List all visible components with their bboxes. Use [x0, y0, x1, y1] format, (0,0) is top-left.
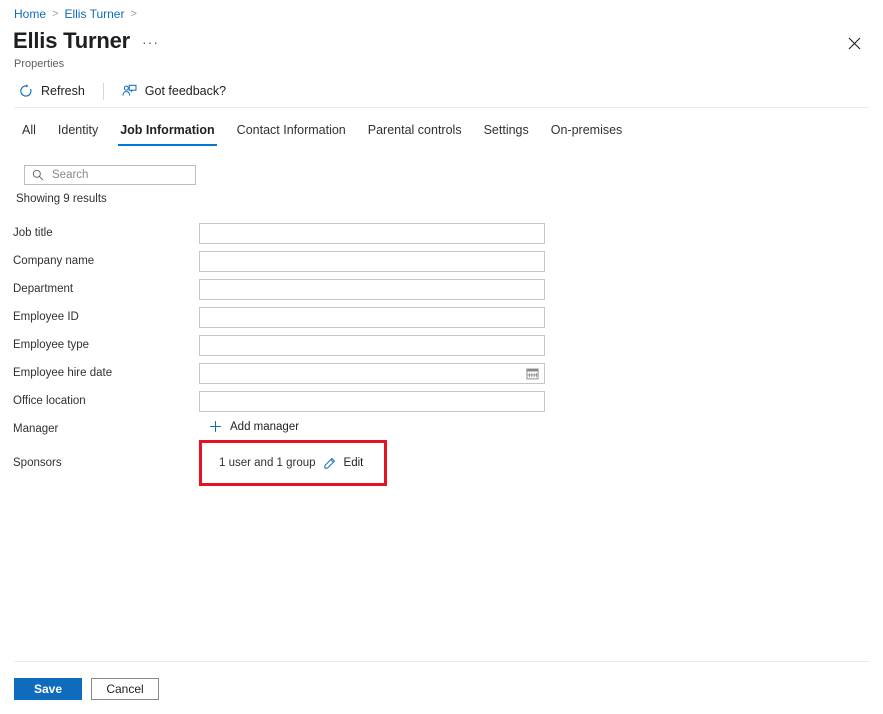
- employee-type-input[interactable]: [199, 334, 545, 356]
- save-button[interactable]: Save: [14, 678, 82, 700]
- footer-divider: [14, 661, 869, 662]
- got-feedback-button[interactable]: Got feedback?: [116, 81, 232, 101]
- employee-hire-date-field: [199, 362, 545, 384]
- search-box[interactable]: [24, 165, 196, 185]
- tab-all[interactable]: All: [11, 121, 47, 140]
- close-icon: [848, 37, 860, 49]
- properties-form: Job title Company name Department Employ…: [0, 219, 883, 486]
- calendar-icon[interactable]: [525, 366, 539, 380]
- form-row-office-location: Office location: [0, 387, 883, 415]
- form-row-manager: Manager Add manager: [0, 415, 883, 443]
- plus-icon: [208, 420, 222, 434]
- breadcrumb-item-ellis-turner[interactable]: Ellis Turner: [64, 6, 124, 22]
- close-button[interactable]: [841, 30, 867, 56]
- refresh-label: Refresh: [41, 84, 85, 98]
- form-row-sponsors: Sponsors 1 user and 1 group Edit: [0, 440, 883, 486]
- add-manager-button[interactable]: Add manager: [199, 420, 299, 434]
- form-row-company-name: Company name: [0, 247, 883, 275]
- search-input[interactable]: [52, 169, 189, 181]
- department-input[interactable]: [199, 278, 545, 300]
- label-employee-hire-date: Employee hire date: [13, 367, 113, 379]
- page-title: Ellis Turner: [13, 28, 130, 53]
- employee-hire-date-input[interactable]: [199, 362, 545, 384]
- cancel-button[interactable]: Cancel: [91, 678, 159, 700]
- tab-on-premises[interactable]: On-premises: [540, 121, 634, 140]
- page-subtitle: Properties: [14, 58, 65, 70]
- footer-actions: Save Cancel: [14, 678, 159, 700]
- results-count: Showing 9 results: [16, 193, 107, 205]
- sponsors-edit-button[interactable]: Edit: [344, 457, 364, 469]
- form-row-employee-id: Employee ID: [0, 303, 883, 331]
- form-row-employee-type: Employee type: [0, 331, 883, 359]
- breadcrumb-separator-icon-2: >: [130, 8, 137, 20]
- feedback-person-icon: [122, 83, 138, 99]
- label-company-name: Company name: [13, 255, 95, 267]
- refresh-icon: [18, 83, 34, 99]
- add-manager-label: Add manager: [230, 420, 300, 433]
- label-office-location: Office location: [13, 395, 86, 407]
- tab-settings[interactable]: Settings: [473, 121, 540, 140]
- form-row-employee-hire-date: Employee hire date: [0, 359, 883, 387]
- employee-id-input[interactable]: [199, 306, 545, 328]
- label-manager: Manager: [13, 423, 59, 435]
- tab-list: All Identity Job Information Contact Inf…: [11, 121, 633, 149]
- tab-contact-information[interactable]: Contact Information: [226, 121, 357, 140]
- command-bar: Refresh Got feedback?: [12, 79, 232, 103]
- form-row-job-title: Job title: [0, 219, 883, 247]
- page-header: Ellis Turner ···: [13, 28, 159, 54]
- sponsors-highlight-box: 1 user and 1 group Edit: [199, 440, 388, 486]
- tab-identity[interactable]: Identity: [47, 121, 109, 140]
- label-job-title: Job title: [13, 227, 53, 239]
- label-sponsors: Sponsors: [13, 457, 62, 469]
- office-location-input[interactable]: [199, 390, 545, 412]
- label-employee-id: Employee ID: [13, 311, 79, 323]
- tab-parental-controls[interactable]: Parental controls: [357, 121, 473, 140]
- label-employee-type: Employee type: [13, 339, 90, 351]
- breadcrumb-separator-icon: >: [52, 8, 59, 20]
- got-feedback-label: Got feedback?: [144, 84, 227, 98]
- breadcrumb-item-home[interactable]: Home: [14, 6, 46, 22]
- more-options-button[interactable]: ···: [142, 34, 159, 54]
- search-icon: [31, 169, 44, 182]
- command-bar-divider: [102, 82, 104, 100]
- label-department: Department: [13, 283, 74, 295]
- sponsors-summary: 1 user and 1 group: [219, 457, 316, 469]
- company-name-input[interactable]: [199, 250, 545, 272]
- form-row-department: Department: [0, 275, 883, 303]
- pencil-icon[interactable]: [323, 456, 337, 470]
- breadcrumb: Home > Ellis Turner >: [14, 6, 137, 22]
- job-title-input[interactable]: [199, 222, 545, 244]
- tab-job-information[interactable]: Job Information: [109, 121, 225, 146]
- header-divider: [14, 107, 869, 108]
- refresh-button[interactable]: Refresh: [12, 81, 91, 101]
